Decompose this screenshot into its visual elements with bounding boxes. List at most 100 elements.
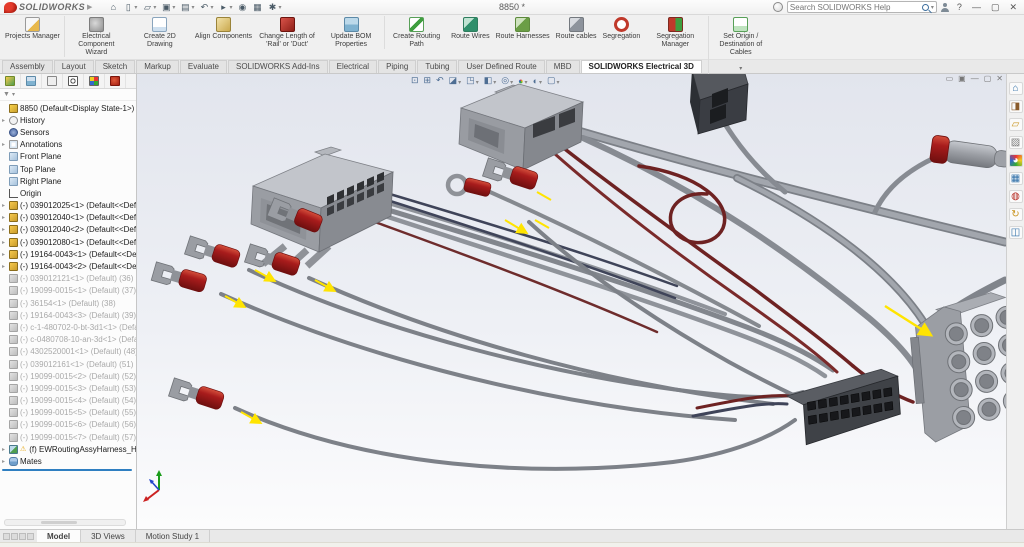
new-window-icon[interactable]: ▭ [946, 74, 954, 83]
tree-item[interactable]: 8850 (Default<Display State-1>) [0, 102, 136, 114]
tree-item[interactable]: (-) 039012025<1> (Default<<Default [0, 200, 136, 212]
help-button[interactable]: ? [954, 2, 965, 12]
command-tab[interactable]: SOLIDWORKS Add-Ins [228, 60, 328, 73]
display-style-icon[interactable]: ◧ [482, 75, 499, 86]
filter-icon[interactable]: ▼ [3, 91, 10, 98]
tree-item[interactable]: (-) 19099-0015<4> (Default) (54) [0, 395, 136, 407]
solidworks-resources-icon[interactable]: ⌂ [1009, 82, 1023, 95]
command-tab[interactable]: SOLIDWORKS Electrical 3D [581, 60, 702, 73]
tree-item[interactable]: (-) 4302520001<1> (Default) (48) [0, 346, 136, 358]
electrical-manager-icon[interactable]: ◍ [1009, 190, 1023, 203]
appearances-scenes-icon[interactable]: ◕ [1009, 154, 1023, 167]
restore-doc-icon[interactable]: ▢ [984, 74, 992, 83]
route-harnesses-button[interactable]: Route Harnesses [493, 16, 553, 41]
expand-arrow-icon[interactable] [2, 251, 9, 258]
ew-connector-icon[interactable]: ◫ [1009, 226, 1023, 239]
model-view-tab[interactable]: Model [37, 530, 81, 542]
save-icon[interactable]: ▣ [159, 2, 177, 13]
set-origin-destination-button[interactable]: Set Origin / Destination of Cables [708, 16, 772, 75]
create-routing-path-button[interactable]: Create Routing Path [384, 16, 448, 49]
options-gear-icon[interactable]: ✱ [265, 2, 283, 13]
expand-arrow-icon[interactable] [2, 214, 9, 221]
minimize-doc-icon[interactable]: — [971, 74, 979, 83]
tree-item[interactable]: (-) 039012121<1> (Default) (36) [0, 273, 136, 285]
tab-scroll-buttons[interactable] [0, 530, 37, 542]
expand-arrow-icon[interactable] [2, 141, 9, 148]
rollback-bar[interactable] [2, 469, 132, 471]
panel-tab[interactable] [21, 74, 42, 88]
print-icon[interactable]: ▤ [178, 2, 196, 13]
view-orientation-icon[interactable]: ◳ [464, 75, 481, 86]
hide-show-items-icon[interactable]: ◎ [499, 75, 515, 86]
tree-item[interactable]: (-) 19164-0043<3> (Default) (39) [0, 309, 136, 321]
open-document-icon[interactable]: ▱ [140, 2, 158, 13]
new-document-icon[interactable]: ▯ [121, 2, 139, 13]
command-tab[interactable]: Sketch [95, 60, 135, 73]
tree-filter-row[interactable]: ▼ ▾ [0, 89, 136, 101]
tree-item[interactable]: (-) 19099-0015<2> (Default) (52) [0, 370, 136, 382]
tree-item[interactable]: (-) 19164-0043<2> (Default<<Defau [0, 260, 136, 272]
close-doc-icon[interactable]: ✕ [996, 74, 1003, 83]
command-tab[interactable]: Electrical [329, 60, 377, 73]
panel-tab[interactable] [0, 74, 21, 88]
expand-arrow-icon[interactable] [2, 263, 9, 270]
panel-horizontal-scrollbar[interactable] [4, 519, 126, 526]
section-view-icon[interactable]: ◪ [447, 75, 464, 86]
filter-dropdown-icon[interactable]: ▾ [12, 91, 15, 98]
segregation-button[interactable]: Segregation [600, 16, 644, 41]
edit-appearance-icon[interactable]: ● [516, 76, 529, 86]
tree-item[interactable]: (f) EWRoutingAssyHarness_HB( [0, 443, 136, 455]
command-tab[interactable]: Tubing [417, 60, 457, 73]
change-length-button[interactable]: Change Length of 'Rail' or 'Duct' [255, 16, 319, 49]
route-wires-button[interactable]: Route Wires [448, 16, 493, 41]
tree-item[interactable]: Top Plane [0, 163, 136, 175]
home-icon[interactable]: ⌂ [106, 2, 120, 12]
tree-item[interactable]: (-) 19099-0015<3> (Default) (53) [0, 382, 136, 394]
close-button[interactable]: ✕ [1006, 2, 1020, 13]
tree-item[interactable]: (-) 19099-0015<5> (Default) (55) [0, 407, 136, 419]
panel-tab[interactable] [63, 74, 84, 88]
model-view-tab[interactable]: Motion Study 1 [136, 530, 210, 542]
tree-item[interactable]: (-) 36154<1> (Default) (38) [0, 297, 136, 309]
tree-item[interactable]: (-) 19099-0015<7> (Default) (57) [0, 431, 136, 443]
expand-arrow-icon[interactable] [2, 446, 9, 453]
command-tab[interactable]: Assembly [2, 60, 53, 73]
brand-flyout-arrow-icon[interactable]: ▶ [87, 3, 92, 11]
tree-item[interactable]: (-) 19099-0015<6> (Default) (56) [0, 419, 136, 431]
expand-arrow-icon[interactable] [2, 226, 9, 233]
file-explorer-icon[interactable]: ▱ [1009, 118, 1023, 131]
update-bom-properties-button[interactable]: Update BOM Properties [319, 16, 383, 49]
undo-icon[interactable]: ↶ [197, 2, 215, 13]
panel-tab[interactable] [84, 74, 105, 88]
command-tab[interactable]: Layout [54, 60, 94, 73]
tree-item[interactable]: (-) 19164-0043<1> (Default<<Defau [0, 248, 136, 260]
tree-item[interactable]: Origin [0, 187, 136, 199]
tree-item[interactable]: Annotations [0, 139, 136, 151]
command-tab[interactable]: Piping [378, 60, 416, 73]
tree-item[interactable]: (-) c-1-480702-0-bt-3d1<1> (Default [0, 321, 136, 333]
search-dropdown-icon[interactable]: ▾ [931, 4, 934, 11]
ew-update-icon[interactable]: ↻ [1009, 208, 1023, 221]
restore-button[interactable]: ▢ [988, 2, 1003, 13]
tree-item[interactable]: (-) c-0480708-10-an-3d<1> (Default [0, 334, 136, 346]
tree-item[interactable]: (-) 039012040<1> (Default<<Default [0, 212, 136, 224]
tree-item[interactable]: (-) 19099-0015<1> (Default) (37) [0, 285, 136, 297]
tree-item[interactable]: (-) 039012161<1> (Default) (51) [0, 358, 136, 370]
minimize-button[interactable]: — [969, 2, 984, 12]
apply-scene-icon[interactable]: ◐ [531, 76, 544, 86]
tile-window-icon[interactable]: ▣ [958, 74, 966, 83]
tree-item[interactable]: Front Plane [0, 151, 136, 163]
search-icon[interactable] [922, 4, 929, 11]
tree-item[interactable]: (-) 039012080<1> (Default<<Default [0, 236, 136, 248]
align-components-button[interactable]: Align Components [192, 16, 255, 41]
model-view-tab[interactable]: 3D Views [81, 530, 136, 542]
expand-arrow-icon[interactable] [2, 458, 9, 465]
command-tab[interactable]: User Defined Route [458, 60, 544, 73]
command-tab[interactable]: Markup [136, 60, 179, 73]
community-icon[interactable] [773, 2, 783, 12]
segregation-manager-button[interactable]: Segregation Manager [643, 16, 707, 49]
route-cables-button[interactable]: Route cables [553, 16, 600, 41]
previous-view-icon[interactable]: ↶ [434, 75, 446, 86]
select-arrow-icon[interactable]: ▸ [216, 2, 234, 13]
search-input[interactable] [790, 3, 920, 12]
